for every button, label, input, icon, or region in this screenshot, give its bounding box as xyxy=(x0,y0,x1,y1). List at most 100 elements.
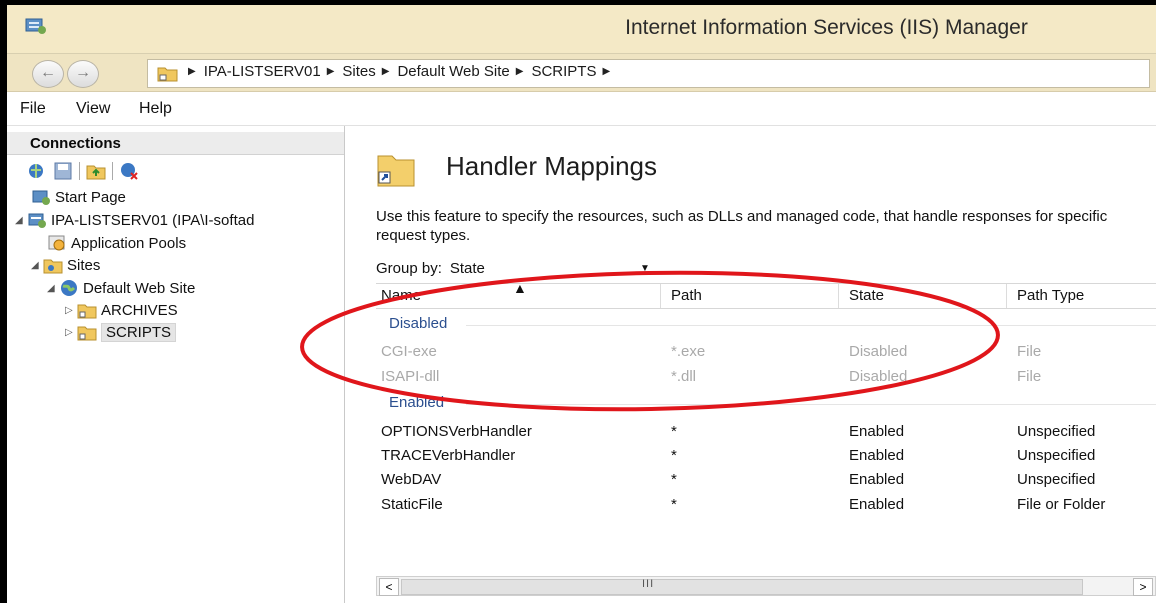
folder-up-icon[interactable] xyxy=(86,161,106,181)
scroll-grip-icon: III xyxy=(642,578,655,590)
collapse-icon[interactable]: ▷ xyxy=(65,327,77,338)
column-state[interactable]: State xyxy=(849,287,884,304)
tree-label: ARCHIVES xyxy=(101,301,178,319)
folder-icon xyxy=(157,67,178,82)
chevron-right-icon[interactable]: ▶ xyxy=(327,66,335,77)
title-bar: Internet Information Services (IIS) Mana… xyxy=(7,5,1156,54)
crumb-server[interactable]: IPA-LISTSERV01 xyxy=(204,63,321,80)
column-divider[interactable] xyxy=(838,284,839,308)
forward-icon: → xyxy=(75,64,91,81)
cell-path-type: Unspecified xyxy=(1017,471,1096,488)
group-by-value: State xyxy=(449,259,485,277)
cell-name: WebDAV xyxy=(381,471,442,488)
table-row[interactable]: OPTIONSVerbHandler * Enabled Unspecified xyxy=(376,420,1156,444)
menu-view[interactable]: View xyxy=(76,100,110,118)
column-path-type[interactable]: Path Type xyxy=(1017,287,1084,304)
table-row[interactable]: StaticFile * Enabled File or Folder xyxy=(376,493,1156,517)
globe-icon xyxy=(61,280,77,296)
cell-path-type: File xyxy=(1017,343,1042,360)
cell-state: Enabled xyxy=(849,423,905,440)
cell-state: Enabled xyxy=(849,471,905,488)
group-divider xyxy=(466,325,1156,326)
column-divider[interactable] xyxy=(1006,284,1007,308)
menu-help[interactable]: Help xyxy=(139,100,172,118)
menu-bar: File View Help xyxy=(7,93,1156,126)
connections-pane: Connections Start Page ◢ IPA-LISTSERV01 … xyxy=(7,126,345,603)
cell-state: Enabled xyxy=(849,496,905,513)
folder-icon xyxy=(77,326,97,341)
page-title: Handler Mappings xyxy=(446,151,658,181)
column-path[interactable]: Path xyxy=(671,287,702,304)
crumb-scripts[interactable]: SCRIPTS xyxy=(531,63,596,80)
handler-mappings-icon xyxy=(377,155,415,187)
handler-grid: Name ▲ Path State Path Type Disabled CGI… xyxy=(376,280,1156,583)
back-button[interactable]: ← xyxy=(32,60,64,88)
horizontal-scrollbar[interactable]: < III > xyxy=(376,576,1156,596)
iis-window: Internet Information Services (IIS) Mana… xyxy=(7,5,1156,603)
chevron-right-icon[interactable]: ▶ xyxy=(516,66,524,77)
grid-header: Name ▲ Path State Path Type xyxy=(376,280,1156,309)
connect-icon[interactable] xyxy=(27,161,47,181)
sites-folder-icon xyxy=(43,259,63,274)
group-divider xyxy=(466,404,1156,405)
group-disabled-label[interactable]: Disabled xyxy=(389,315,447,332)
table-row[interactable]: TRACEVerbHandler * Enabled Unspecified xyxy=(376,444,1156,468)
group-by-select[interactable]: State ▼ xyxy=(450,260,650,277)
toolbar-separator xyxy=(79,162,80,180)
chevron-right-icon[interactable]: ▶ xyxy=(382,66,390,77)
table-row[interactable]: ISAPI-dll *.dll Disabled File xyxy=(376,365,1156,389)
column-name[interactable]: Name xyxy=(381,287,421,304)
crumb-default-site[interactable]: Default Web Site xyxy=(397,63,509,80)
folder-icon xyxy=(77,304,97,319)
group-by: Group by: State ▼ xyxy=(376,257,676,279)
cell-path: * xyxy=(671,447,677,464)
tree-item-archives[interactable]: ▷ ARCHIVES xyxy=(65,299,178,321)
scroll-left-button[interactable]: < xyxy=(379,578,399,596)
tree-item-scripts[interactable]: ▷ SCRIPTS xyxy=(65,321,177,343)
disconnect-icon[interactable] xyxy=(119,161,139,181)
cell-path: *.exe xyxy=(671,343,706,360)
tree-item-start-page[interactable]: Start Page xyxy=(31,186,126,208)
group-by-label: Group by: xyxy=(376,259,442,277)
table-row[interactable]: CGI-exe *.exe Disabled File xyxy=(376,340,1156,364)
tree-item-server[interactable]: ◢ IPA-LISTSERV01 (IPA\I-softad xyxy=(15,209,254,231)
back-icon: ← xyxy=(40,64,56,81)
scroll-right-button[interactable]: > xyxy=(1133,578,1153,596)
sort-ascending-icon: ▲ xyxy=(513,280,527,296)
chevron-right-icon[interactable]: ▶ xyxy=(602,66,610,77)
cell-name: OPTIONSVerbHandler xyxy=(381,423,532,440)
tree-item-sites[interactable]: ◢ Sites xyxy=(31,254,100,276)
group-enabled-label[interactable]: Enabled xyxy=(389,394,444,411)
tree-label: Start Page xyxy=(55,188,126,206)
tree-label: Default Web Site xyxy=(83,279,196,297)
cell-state: Disabled xyxy=(849,368,908,385)
cell-path-type: Unspecified xyxy=(1017,423,1096,440)
expand-icon[interactable]: ◢ xyxy=(47,283,59,294)
table-row[interactable]: WebDAV * Enabled Unspecified xyxy=(376,468,1156,492)
column-divider[interactable] xyxy=(660,284,661,308)
feature-description: Use this feature to specify the resource… xyxy=(376,208,1108,244)
crumb-sites[interactable]: Sites xyxy=(342,63,375,80)
chevron-right-icon[interactable]: ▶ xyxy=(188,66,196,77)
tree-item-default-web-site[interactable]: ◢ Default Web Site xyxy=(47,277,195,299)
window-title: Internet Information Services (IIS) Mana… xyxy=(625,16,1028,39)
scroll-thumb[interactable]: III xyxy=(401,578,1083,595)
save-icon[interactable] xyxy=(53,161,73,181)
forward-button[interactable]: → xyxy=(67,60,99,88)
expand-icon[interactable]: ◢ xyxy=(15,215,27,226)
expand-icon[interactable]: ◢ xyxy=(31,260,43,271)
tree-item-app-pools[interactable]: Application Pools xyxy=(47,232,186,254)
connections-toolbar xyxy=(27,159,145,183)
breadcrumb[interactable]: ▶ IPA-LISTSERV01 ▶ Sites ▶ Default Web S… xyxy=(147,59,1150,88)
address-bar: ← → ▶ IPA-LISTSERV01 ▶ Sites ▶ Default W… xyxy=(7,54,1156,92)
connections-header: Connections xyxy=(7,132,344,155)
connections-title: Connections xyxy=(30,135,121,152)
tree-label-selected: SCRIPTS xyxy=(101,322,177,342)
cell-path-type: File xyxy=(1017,368,1042,385)
start-page-icon xyxy=(32,190,50,205)
menu-file[interactable]: File xyxy=(20,100,46,118)
cell-state: Enabled xyxy=(849,447,905,464)
cell-name: CGI-exe xyxy=(381,343,437,360)
chevron-down-icon: ▼ xyxy=(639,262,650,274)
collapse-icon[interactable]: ▷ xyxy=(65,305,77,316)
